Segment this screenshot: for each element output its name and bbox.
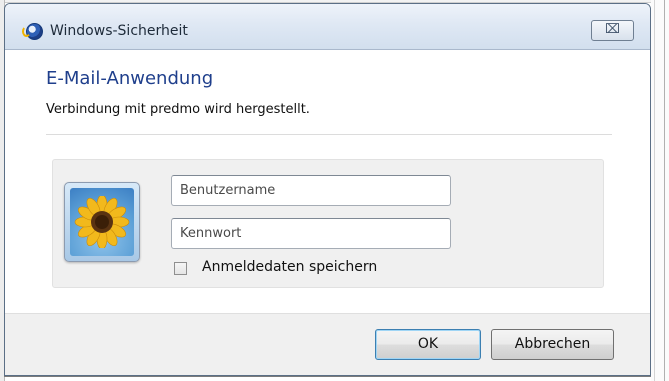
background-divider [654,0,655,381]
windows-security-icon [22,23,43,40]
remember-credentials-checkbox[interactable] [174,262,187,275]
cancel-button[interactable]: Abbrechen [491,329,614,360]
dialog-heading: E-Mail-Anwendung [46,68,214,89]
ok-button[interactable]: OK [375,329,481,360]
windows-security-dialog: Windows-Sicherheit ⌧ E-Mail-Anwendung Ve… [4,3,651,376]
separator [46,134,612,135]
credential-tile: Anmeldedaten speichern [52,159,604,288]
remember-credentials-label[interactable]: Anmeldedaten speichern [202,259,377,275]
password-input[interactable] [171,218,451,249]
close-button[interactable]: ⌧ [591,20,634,41]
background-edge-bottom [4,376,651,377]
sunflower-icon [74,196,130,248]
title-bar[interactable]: Windows-Sicherheit ⌧ [5,4,650,50]
username-input[interactable] [171,175,451,206]
button-bar: OK Abbrechen [5,313,650,375]
connection-message: Verbindung mit predmo wird hergestellt. [46,102,310,117]
dialog-content: E-Mail-Anwendung Verbindung mit predmo w… [5,50,650,313]
user-avatar-icon [64,182,140,262]
window-title: Windows-Sicherheit [50,23,188,39]
background-scroll-edge [664,0,665,381]
